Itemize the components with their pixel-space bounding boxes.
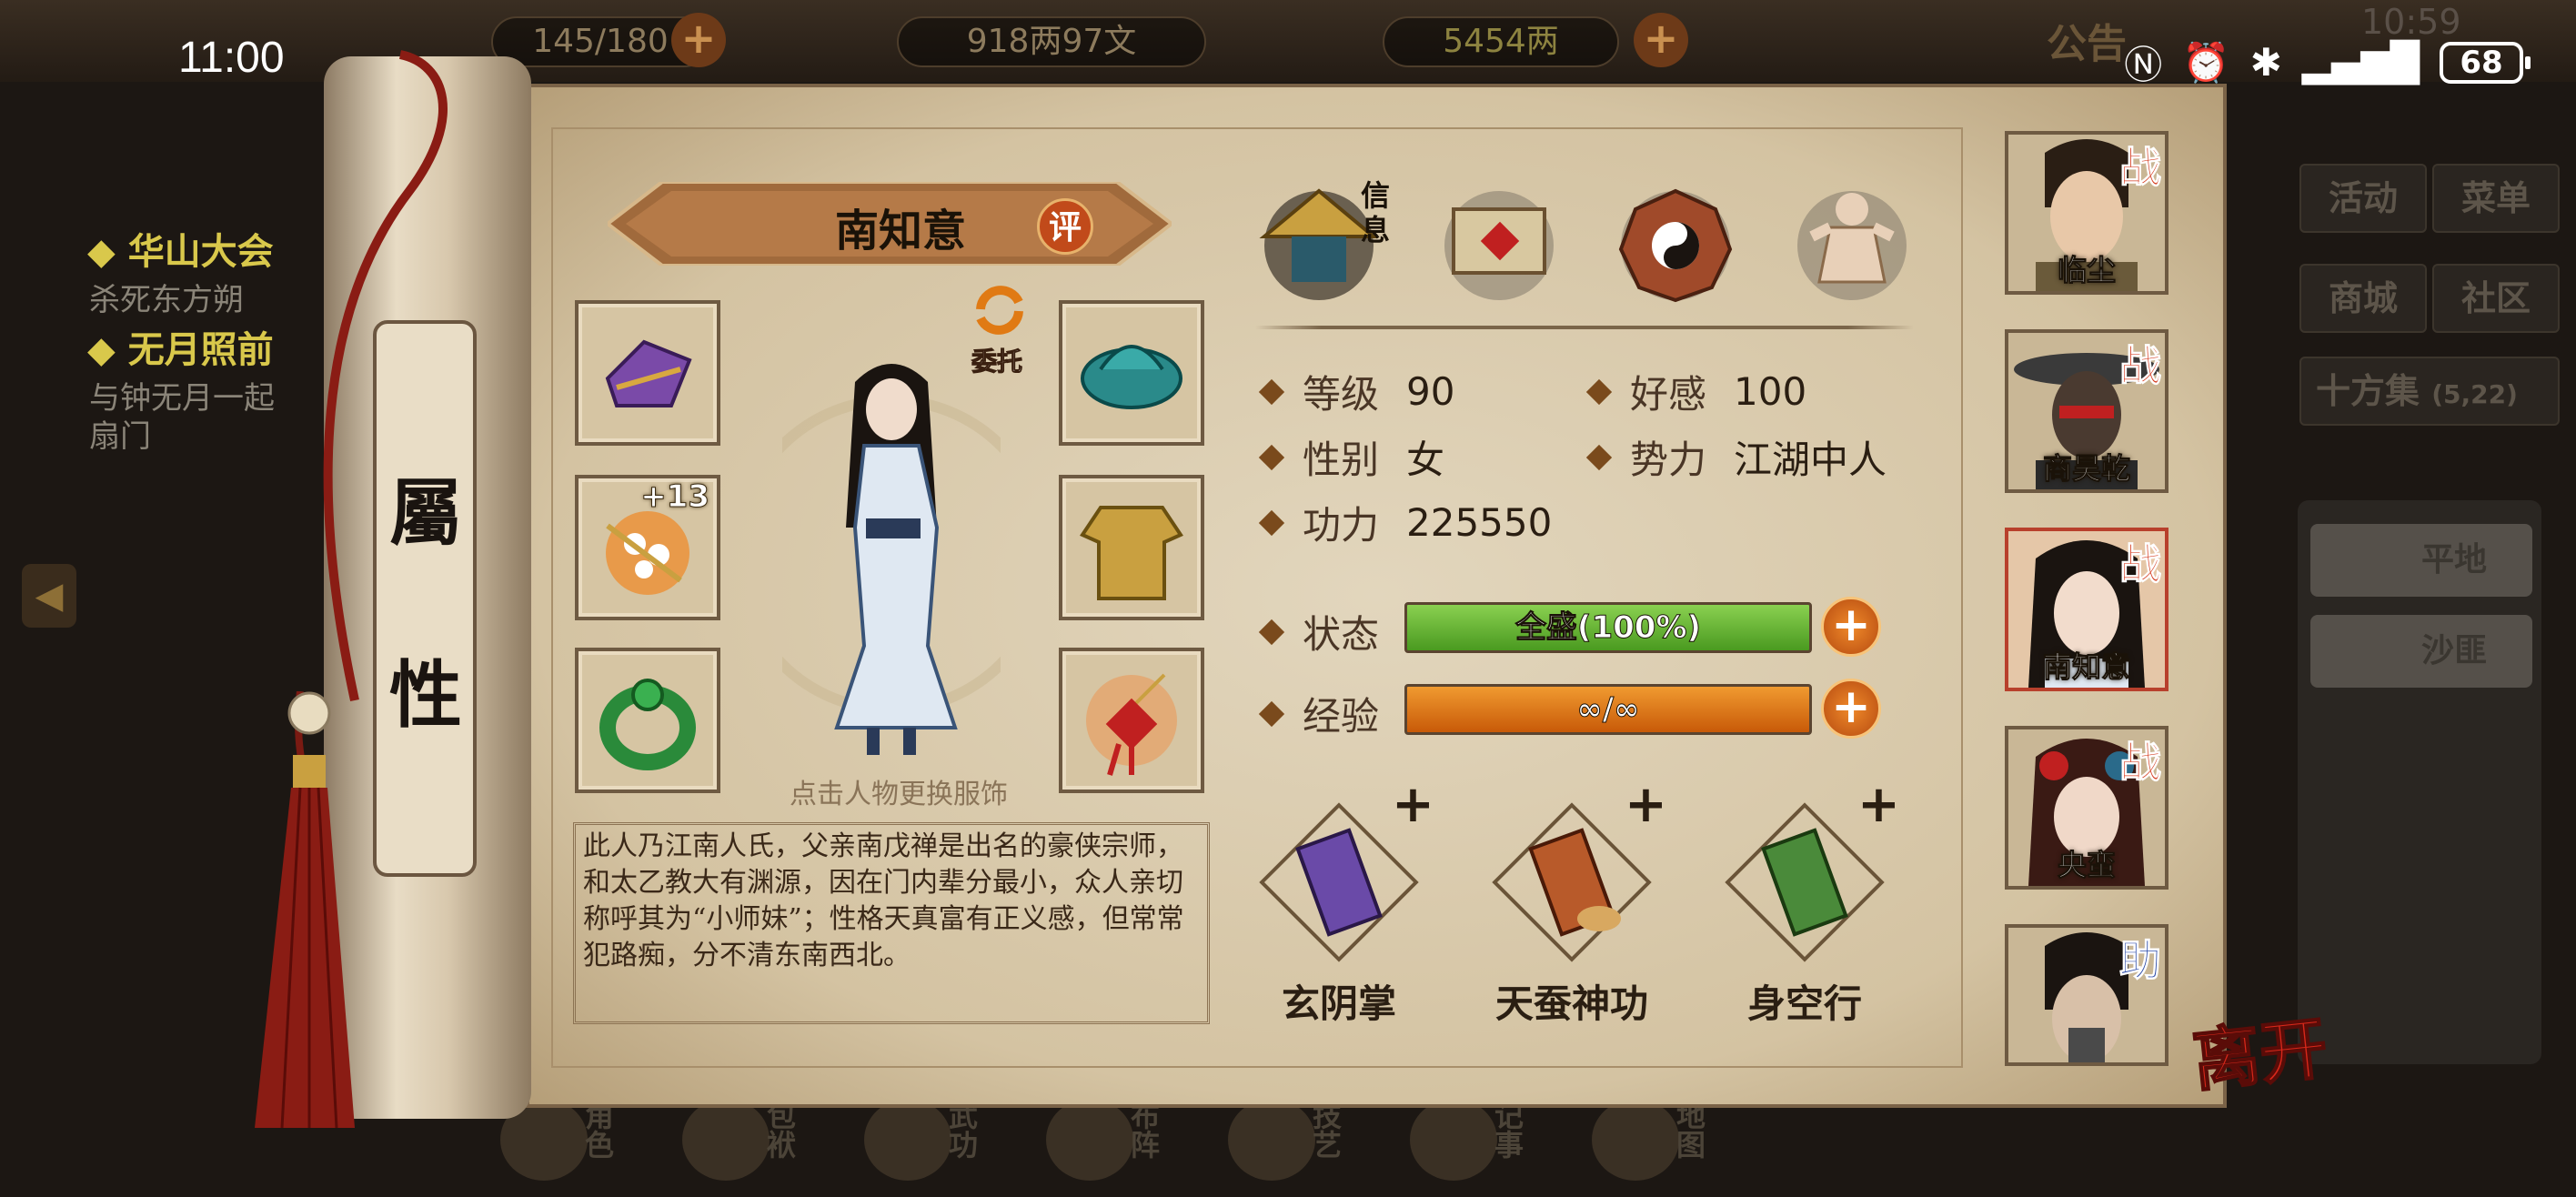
stamina-add-button[interactable]: + <box>671 13 726 67</box>
skill-add-2[interactable]: + <box>1625 775 1667 834</box>
system-status-icons: Ⓝ ⏰ ✱ ▂▄▆█ 68 <box>2124 35 2531 90</box>
delegate-swap-icon[interactable] <box>968 278 1031 342</box>
battle-tag: 战 <box>2119 143 2162 193</box>
party-member-1[interactable]: 战 临尘 <box>2005 131 2168 295</box>
party-member-name: 商昊乾 <box>2042 451 2130 487</box>
diamond-icon <box>1585 444 1613 470</box>
battle-tag: 战 <box>2119 341 2162 391</box>
skill-name-3: 身空行 <box>1746 981 1862 1026</box>
desert-button[interactable]: 沙匪 <box>2310 615 2532 688</box>
stat-exp-label: 经验 <box>1258 686 1379 741</box>
party-member-4[interactable]: 战 央蛮 <box>2005 726 2168 890</box>
exp-add-button[interactable]: + <box>1821 679 1881 739</box>
state-bar-text: 全盛(100%) <box>1514 609 1702 647</box>
collapse-arrow-icon[interactable]: ◀ <box>22 564 76 628</box>
stat-power: 功力 225550 <box>1258 495 1552 550</box>
exp-bar: ∞/∞ <box>1404 684 1812 735</box>
enhance-level-badge: +13 <box>640 478 710 516</box>
leave-button[interactable]: 离开 <box>2188 994 2332 1105</box>
ingot-counter: 5454两 <box>1383 16 1619 67</box>
equip-slot-ring[interactable] <box>575 648 720 793</box>
diamond-icon <box>1258 619 1285 645</box>
equip-slot-charm[interactable] <box>1059 648 1204 793</box>
battle-tag: 战 <box>2119 539 2162 589</box>
menu-button[interactable]: 菜单 <box>2432 164 2560 233</box>
party-member-3[interactable]: 战 南知意 <box>2005 528 2168 691</box>
system-time: 11:00 <box>178 34 285 82</box>
assist-tag: 助 <box>2119 936 2162 986</box>
stat-faction: 势力 江湖中人 <box>1585 429 1887 485</box>
journal-icon <box>1410 1099 1497 1181</box>
evaluate-button[interactable]: 评 <box>1037 198 1093 255</box>
character-name: 南知意 <box>834 206 966 256</box>
character-figure[interactable] <box>782 346 1001 764</box>
charm-icon <box>1086 673 1177 776</box>
quest-desc-1: 杀死东方朔 <box>89 282 244 318</box>
crafts-icon <box>1228 1099 1315 1181</box>
coin-counter: 918两97文 <box>897 16 1206 67</box>
market-button[interactable]: 十方集 (5,22) <box>2299 357 2560 426</box>
bagua-tab-icon[interactable] <box>1608 173 1743 307</box>
signal-icon: ▂▄▆█ <box>2301 40 2420 85</box>
gloves-icon <box>605 339 692 407</box>
stat-level: 等级 90 <box>1258 364 1454 419</box>
shop-button[interactable]: 商城 <box>2299 264 2427 333</box>
bluetooth-icon: ✱ <box>2249 40 2282 85</box>
party-member-5[interactable]: 助 <box>2005 924 2168 1066</box>
quest-title-1[interactable]: ◆ 华山大会 <box>87 222 274 275</box>
party-member-name: 央蛮 <box>2057 848 2116 883</box>
plain-button[interactable]: 平地 <box>2310 524 2532 597</box>
character-bio: 此人乃江南人氏，父亲南戊禅是出名的豪侠宗师，和太乙教大有渊源，因在门内辈分最小，… <box>573 822 1210 1024</box>
equip-slot-gloves[interactable] <box>575 300 720 446</box>
scroll-tab-icon[interactable] <box>1432 173 1566 307</box>
diamond-icon <box>1258 509 1285 536</box>
state-bar: 全盛(100%) <box>1404 602 1812 653</box>
ring-icon <box>599 679 696 770</box>
armor-icon <box>1080 506 1183 600</box>
stat-state-label: 状态 <box>1258 604 1379 659</box>
map-icon <box>1592 1099 1679 1181</box>
battery-icon: 68 <box>2440 41 2531 84</box>
bag-icon <box>682 1099 770 1181</box>
formation-icon <box>1046 1099 1133 1181</box>
party-member-name: 南知意 <box>2042 649 2130 685</box>
alarm-icon: ⏰ <box>2182 39 2230 85</box>
stat-favor: 好感 100 <box>1585 364 1806 419</box>
skills-icon <box>864 1099 951 1181</box>
exp-bar-text: ∞/∞ <box>1576 691 1640 729</box>
diamond-icon <box>1258 700 1285 727</box>
stat-gender: 性别女 <box>1258 429 1444 485</box>
party-member-name: 临尘 <box>2057 253 2116 288</box>
equip-slot-hairpin[interactable]: +13 <box>575 475 720 620</box>
meridian-tab-icon[interactable] <box>1785 173 1919 307</box>
hat-icon <box>1081 345 1182 409</box>
skill-add-1[interactable]: + <box>1392 775 1434 834</box>
skill-name-2: 天蚕神功 <box>1494 981 1648 1026</box>
party-member-2[interactable]: 战 商昊乾 <box>2005 329 2168 493</box>
tassel-icon <box>255 691 355 1129</box>
ingot-add-button[interactable]: + <box>1634 13 1688 67</box>
battle-tag: 战 <box>2119 738 2162 788</box>
skill-add-3[interactable]: + <box>1857 775 1900 834</box>
diamond-icon <box>1258 378 1285 405</box>
equip-slot-hat[interactable] <box>1059 300 1204 446</box>
change-outfit-hint: 点击人物更换服饰 <box>790 779 1008 810</box>
stats-divider <box>1255 326 1914 329</box>
quest-title-2[interactable]: ◆ 无月照前 <box>87 320 274 373</box>
community-button[interactable]: 社区 <box>2432 264 2560 333</box>
activity-button[interactable]: 活动 <box>2299 164 2427 233</box>
quest-desc-3: 扇门 <box>89 418 151 455</box>
nfc-icon: Ⓝ <box>2124 43 2163 87</box>
diamond-icon <box>1258 444 1285 470</box>
equip-slot-armor[interactable] <box>1059 475 1204 620</box>
skill-name-1: 玄阴掌 <box>1281 981 1396 1026</box>
tassel-cord-icon <box>323 50 448 702</box>
notice-button[interactable]: 公告 <box>2047 11 2127 69</box>
state-add-button[interactable]: + <box>1821 597 1881 657</box>
diamond-icon <box>1585 378 1613 405</box>
info-tab-label[interactable]: 信息 <box>1361 178 1397 247</box>
